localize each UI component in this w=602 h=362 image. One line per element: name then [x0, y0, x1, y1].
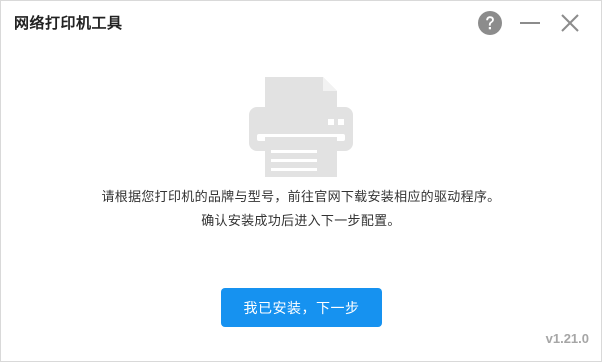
- window-title: 网络打印机工具: [14, 14, 123, 32]
- app-window: 网络打印机工具 请根据您打印机的品牌与型号，前往官网下载安装相应的驱动程序。 确…: [0, 0, 602, 362]
- instruction-text: 请根据您打印机的品牌与型号，前往官网下载安装相应的驱动程序。: [101, 190, 501, 205]
- title-bar[interactable]: 网络打印机工具: [1, 1, 601, 43]
- installed-next-button[interactable]: 我已安装，下一步: [221, 288, 382, 327]
- minimize-button[interactable]: [517, 10, 543, 36]
- help-button[interactable]: [477, 10, 503, 36]
- version-label: v1.21.0: [545, 331, 589, 346]
- close-icon: [561, 14, 579, 32]
- question-circle-icon: [478, 11, 502, 35]
- minimize-icon: [520, 22, 540, 24]
- instruction-subtext: 确认安装成功后进入下一步配置。: [201, 214, 401, 229]
- close-button[interactable]: [557, 10, 583, 36]
- printer-icon: [249, 77, 353, 177]
- printer-illustration: [249, 77, 353, 177]
